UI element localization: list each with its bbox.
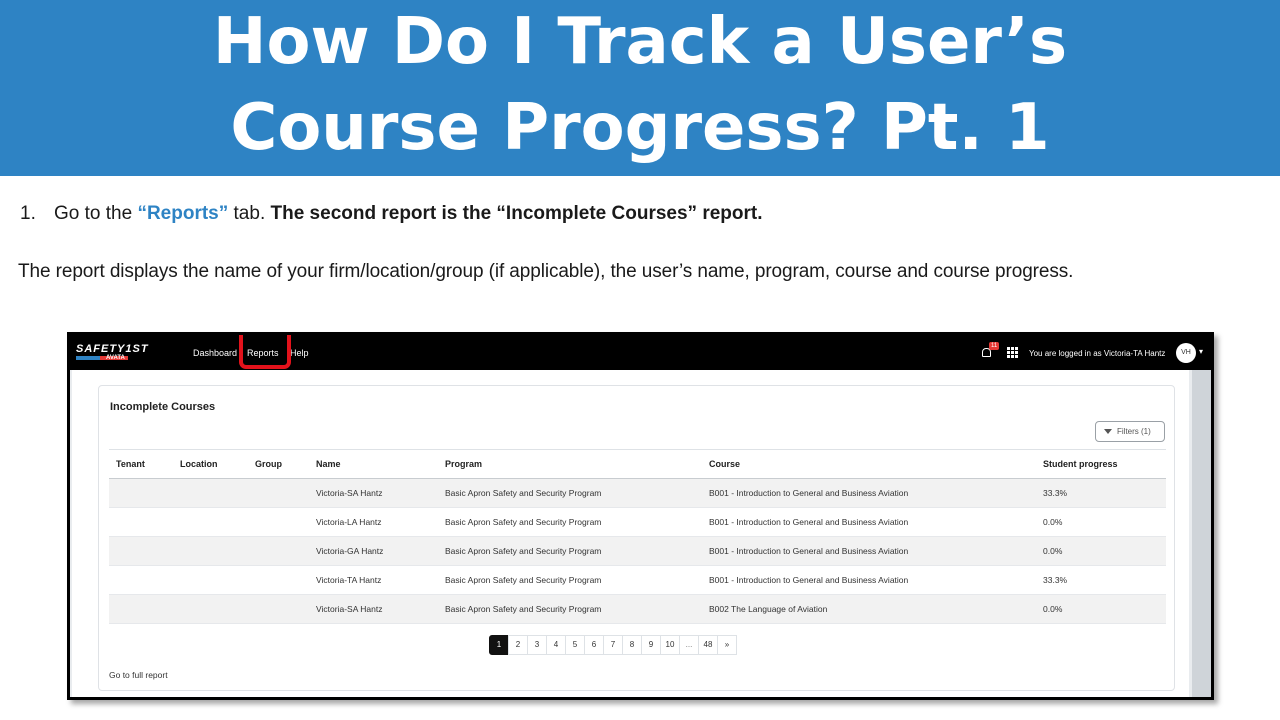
reports-highlight-box [239, 335, 291, 369]
chevron-down-icon[interactable]: ▾ [1199, 347, 1203, 356]
avatar[interactable]: VH [1176, 343, 1196, 363]
table-row: Victoria-SA Hantz Basic Apron Safety and… [109, 594, 1166, 624]
filters-button[interactable]: Filters (1) [1095, 421, 1165, 442]
page-button[interactable]: 8 [622, 635, 642, 655]
logged-in-text: You are logged in as Victoria-TA Hantz [1029, 349, 1166, 358]
logo-bar-blue [76, 356, 100, 360]
cell-group [248, 536, 309, 566]
top-navbar: SAFETY1ST AVATA Dashboard Reports Help 1… [70, 335, 1211, 370]
filters-label: Filters (1) [1117, 427, 1151, 436]
column-header[interactable]: Tenant [109, 449, 173, 479]
cell-location [173, 565, 248, 595]
cell-progress: 33.3% [1036, 565, 1166, 595]
column-header[interactable]: Group [248, 449, 309, 479]
page-button[interactable]: 4 [546, 635, 566, 655]
table-row: Victoria-TA Hantz Basic Apron Safety and… [109, 565, 1166, 595]
cell-progress: 0.0% [1036, 594, 1166, 624]
table-row: Victoria-GA Hantz Basic Apron Safety and… [109, 536, 1166, 566]
cell-program: Basic Apron Safety and Security Program [438, 507, 702, 537]
description-text: The report displays the name of your fir… [18, 261, 1074, 282]
cell-progress: 0.0% [1036, 536, 1166, 566]
page-button[interactable]: 2 [508, 635, 528, 655]
table-header-row: Tenant Location Group Name Program Cours… [109, 449, 1166, 479]
next-page-button[interactable]: » [717, 635, 737, 655]
page-content: Incomplete Courses Filters (1) Tenant Lo… [70, 370, 1211, 697]
cell-course: B001 - Introduction to General and Busin… [702, 507, 1036, 537]
cell-group [248, 565, 309, 595]
cell-tenant [109, 565, 173, 595]
cell-name: Victoria-GA Hantz [309, 536, 438, 566]
cell-location [173, 478, 248, 508]
column-header[interactable]: Student progress [1036, 449, 1166, 479]
table-row: Victoria-SA Hantz Basic Apron Safety and… [109, 478, 1166, 508]
report-card: Incomplete Courses Filters (1) Tenant Lo… [98, 385, 1175, 691]
slide-title-line-2: Course Progress? Pt. 1 [230, 91, 1050, 165]
cell-name: Victoria-TA Hantz [309, 565, 438, 595]
cell-group [248, 594, 309, 624]
page-button[interactable]: 5 [565, 635, 585, 655]
cell-name: Victoria-SA Hantz [309, 478, 438, 508]
cell-course: B002 The Language of Aviation [702, 594, 1036, 624]
table-row: Victoria-LA Hantz Basic Apron Safety and… [109, 507, 1166, 537]
filter-icon [1104, 429, 1112, 435]
cell-name: Victoria-SA Hantz [309, 594, 438, 624]
cell-progress: 0.0% [1036, 507, 1166, 537]
cell-tenant [109, 536, 173, 566]
column-header[interactable]: Location [173, 449, 248, 479]
apps-grid-icon[interactable] [1007, 347, 1018, 358]
brand-logo[interactable]: SAFETY1ST AVATA [76, 343, 149, 363]
column-header[interactable]: Program [438, 449, 702, 479]
page-button[interactable]: 6 [584, 635, 604, 655]
scrollbar[interactable] [1192, 370, 1211, 697]
page-button[interactable]: 3 [527, 635, 547, 655]
cell-progress: 33.3% [1036, 478, 1166, 508]
report-title: Incomplete Courses [110, 401, 216, 413]
page-ellipsis: ... [679, 635, 699, 655]
step-bold-text: The second report is the “Incomplete Cou… [270, 203, 763, 224]
full-report-link[interactable]: Go to full report [109, 670, 168, 680]
cell-program: Basic Apron Safety and Security Program [438, 565, 702, 595]
page-button[interactable]: 1 [489, 635, 509, 655]
nav-dashboard[interactable]: Dashboard [193, 348, 237, 358]
step-instruction: 1. Go to the “Reports” tab. The second re… [20, 203, 763, 225]
logo-text: SAFETY1ST [76, 343, 149, 355]
cell-program: Basic Apron Safety and Security Program [438, 536, 702, 566]
cell-group [248, 478, 309, 508]
page-button[interactable]: 10 [660, 635, 680, 655]
nav-help[interactable]: Help [290, 348, 309, 358]
step-pre-text: Go to the [54, 203, 138, 224]
cell-location [173, 594, 248, 624]
slide-title-line-1: How Do I Track a User’s [212, 5, 1068, 79]
cell-program: Basic Apron Safety and Security Program [438, 594, 702, 624]
cell-program: Basic Apron Safety and Security Program [438, 478, 702, 508]
column-header[interactable]: Course [702, 449, 1036, 479]
cell-tenant [109, 478, 173, 508]
cell-location [173, 507, 248, 537]
cell-tenant [109, 594, 173, 624]
step-mid-text: tab. [228, 203, 271, 224]
app-screenshot: SAFETY1ST AVATA Dashboard Reports Help 1… [67, 332, 1214, 700]
cell-group [248, 507, 309, 537]
cell-course: B001 - Introduction to General and Busin… [702, 478, 1036, 508]
page-button[interactable]: 7 [603, 635, 623, 655]
page-button[interactable]: 48 [698, 635, 718, 655]
title-banner: How Do I Track a User’s Course Progress?… [0, 0, 1280, 176]
cell-name: Victoria-LA Hantz [309, 507, 438, 537]
step-number: 1. [20, 203, 36, 224]
notification-badge: 11 [989, 342, 1000, 350]
pagination: 1 2 3 4 5 6 7 8 9 10 ... 48 » [489, 635, 737, 655]
column-header[interactable]: Name [309, 449, 438, 479]
cell-tenant [109, 507, 173, 537]
logo-subtext: AVATA [106, 355, 125, 361]
cell-location [173, 536, 248, 566]
cell-course: B001 - Introduction to General and Busin… [702, 565, 1036, 595]
step-highlight: “Reports” [137, 203, 229, 224]
cell-course: B001 - Introduction to General and Busin… [702, 536, 1036, 566]
report-table: Tenant Location Group Name Program Cours… [109, 449, 1166, 624]
page-button[interactable]: 9 [641, 635, 661, 655]
